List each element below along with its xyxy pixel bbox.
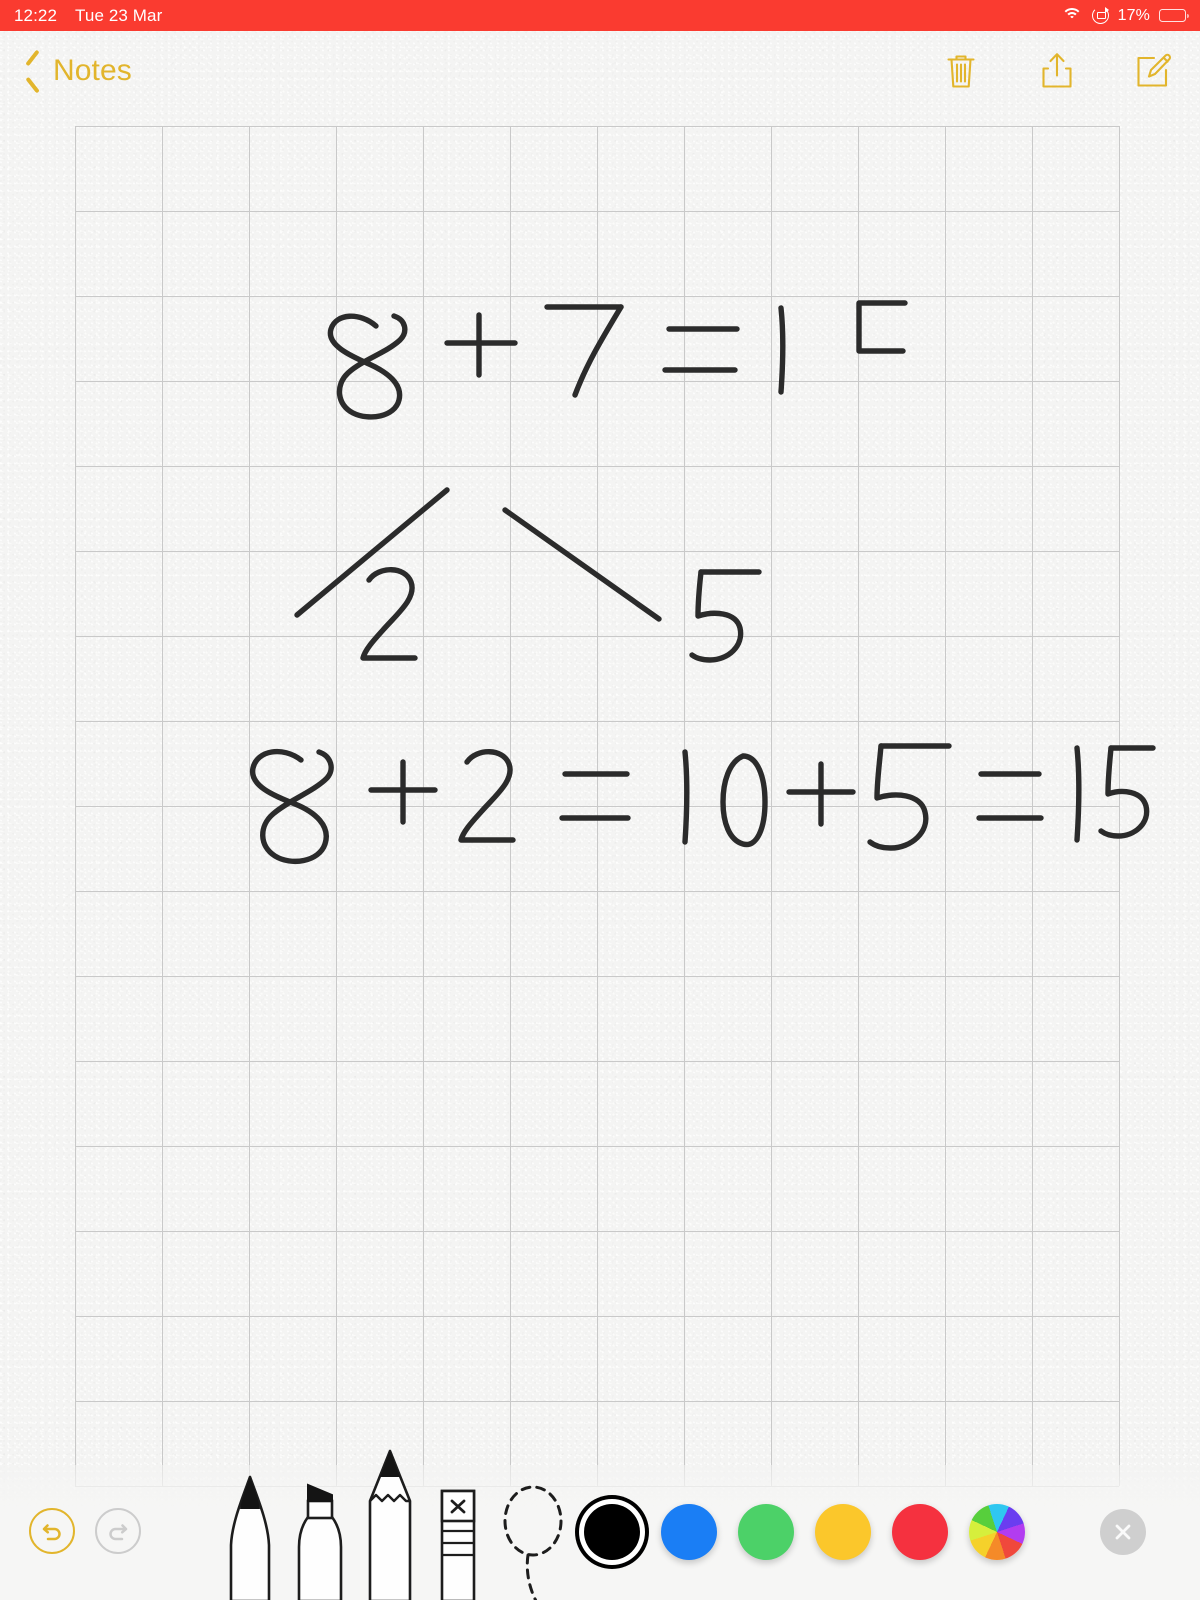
color-yellow[interactable] — [815, 1504, 871, 1560]
back-button-label: Notes — [53, 54, 132, 87]
redo-button[interactable] — [95, 1508, 141, 1554]
color-red[interactable] — [892, 1504, 948, 1560]
marker-tool[interactable] — [286, 1469, 354, 1600]
handwriting-ink-layer — [250, 300, 1156, 865]
notes-app: 12:22 Tue 23 Mar 17% Notes — [0, 0, 1200, 1600]
pen-tool-icon — [229, 1475, 271, 1600]
drawing-canvas[interactable] — [75, 126, 1156, 1487]
status-time: 12:22 — [14, 5, 58, 25]
redo-arrow-icon — [109, 1524, 128, 1541]
close-x-icon — [1115, 1524, 1131, 1540]
drawing-toolbar — [0, 1449, 1200, 1600]
lasso-tool[interactable] — [494, 1469, 572, 1600]
chevron-left-icon — [24, 56, 41, 86]
battery-icon — [1159, 9, 1189, 22]
navigation-bar: Notes — [0, 31, 1200, 111]
status-bar: 12:22 Tue 23 Mar 17% — [0, 0, 1200, 31]
grid-vertical-line — [1119, 126, 1120, 1486]
trash-icon[interactable] — [938, 48, 984, 94]
eraser-tool[interactable] — [432, 1469, 484, 1600]
pencil-tool-icon — [368, 1449, 412, 1600]
color-black[interactable] — [584, 1504, 640, 1560]
back-to-notes-button[interactable]: Notes — [24, 54, 132, 88]
eraser-tool-icon — [440, 1489, 476, 1600]
lasso-tool-icon — [503, 1485, 563, 1600]
close-toolbar-button[interactable] — [1100, 1509, 1146, 1555]
marker-tool-icon — [297, 1483, 343, 1600]
battery-percent: 17% — [1117, 6, 1150, 24]
pencil-tool[interactable] — [356, 1449, 424, 1600]
color-wheel[interactable] — [969, 1504, 1025, 1560]
color-blue[interactable] — [661, 1504, 717, 1560]
undo-button[interactable] — [29, 1508, 75, 1554]
pen-tool[interactable] — [216, 1469, 284, 1600]
share-icon[interactable] — [1034, 48, 1080, 94]
wifi-icon — [1061, 8, 1083, 23]
status-date: Tue 23 Mar — [75, 5, 163, 25]
compose-icon[interactable] — [1130, 48, 1176, 94]
undo-arrow-icon — [42, 1524, 61, 1541]
color-green[interactable] — [738, 1504, 794, 1560]
rotation-lock-icon — [1091, 6, 1109, 24]
